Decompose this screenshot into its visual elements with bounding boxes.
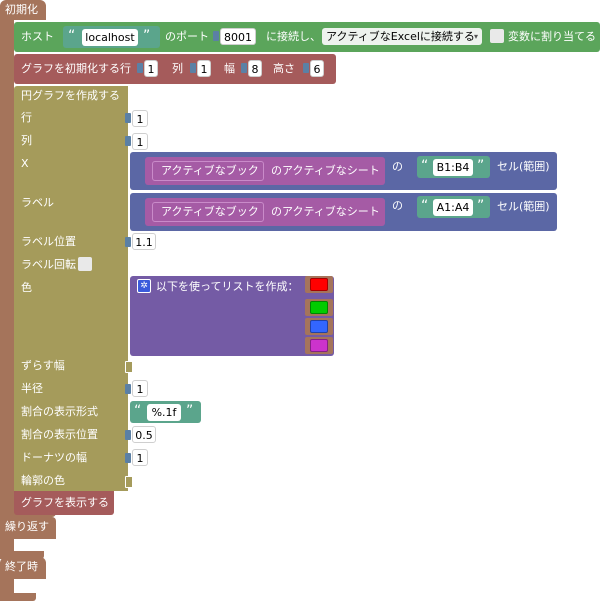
port-input[interactable]: 8001 bbox=[220, 28, 256, 45]
pie-explode-label: ずらす幅 bbox=[21, 359, 65, 372]
label-pos-connector bbox=[125, 237, 131, 247]
pie-x-label: X bbox=[21, 157, 29, 170]
show-chart-label: グラフを表示する bbox=[21, 496, 109, 509]
color-swatch-purple[interactable] bbox=[310, 339, 328, 352]
pie-edge-color-label: 輪郭の色 bbox=[21, 474, 65, 487]
pie-pct-pos-label: 割合の表示位置 bbox=[21, 428, 98, 441]
x-of-label: の bbox=[392, 160, 403, 173]
quote-close-icon: ” bbox=[143, 28, 151, 44]
pie-col-label: 列 bbox=[21, 134, 32, 147]
pie-col-connector bbox=[125, 136, 131, 146]
connect-port-label: のポート bbox=[165, 30, 209, 43]
init-height-input[interactable]: 6 bbox=[310, 60, 324, 77]
label-range-input[interactable]: A1:A4 bbox=[433, 199, 473, 216]
radius-connector bbox=[125, 384, 131, 394]
label-of-label: の bbox=[392, 199, 403, 212]
pie-label-rot-label: ラベル回転 bbox=[21, 258, 76, 271]
quote-close-icon: ” bbox=[186, 403, 194, 419]
quote-close-icon: ” bbox=[477, 198, 485, 214]
label-rot-checkbox[interactable] bbox=[78, 257, 92, 271]
finish-event-bottom bbox=[0, 593, 36, 601]
pie-donut-label: ドーナツの幅 bbox=[21, 451, 87, 464]
mode-dropdown-value: アクティブなExcelに接続する bbox=[326, 30, 475, 43]
init-row-connector bbox=[137, 63, 143, 73]
quote-open-icon: “ bbox=[134, 403, 142, 419]
explode-socket[interactable] bbox=[125, 361, 133, 373]
pie-chart-title: 円グラフを作成する bbox=[21, 89, 120, 102]
edge-color-socket[interactable] bbox=[125, 476, 133, 488]
pie-label-label: ラベル bbox=[21, 196, 54, 209]
pie-row-label: 行 bbox=[21, 111, 32, 124]
pie-pct-format-label: 割合の表示形式 bbox=[21, 405, 98, 418]
init-event-spine bbox=[0, 20, 14, 507]
port-connector bbox=[213, 31, 219, 41]
init-row-input[interactable]: 1 bbox=[144, 60, 158, 77]
list-label: 以下を使ってリストを作成： bbox=[156, 280, 299, 293]
color-swatch-green[interactable] bbox=[310, 301, 328, 314]
quote-close-icon: ” bbox=[477, 158, 485, 174]
repeat-event-label: 繰り返す bbox=[5, 520, 49, 533]
label-book-label: アクティブなブック bbox=[161, 205, 259, 218]
init-event-label: 初期化 bbox=[5, 3, 38, 16]
pct-pos-input[interactable]: 0.5 bbox=[132, 426, 156, 443]
quote-open-icon: “ bbox=[421, 158, 429, 174]
radius-input[interactable]: 1 bbox=[132, 380, 148, 397]
donut-input[interactable]: 1 bbox=[132, 449, 148, 466]
pie-row-connector bbox=[125, 113, 131, 123]
x-book-label: アクティブなブック bbox=[161, 164, 259, 177]
mode-dropdown[interactable]: アクティブなExcelに接続する ▾ bbox=[322, 28, 482, 45]
pct-pos-connector bbox=[125, 430, 131, 440]
init-height-connector bbox=[303, 63, 309, 73]
init-chart-height-label: 高さ bbox=[273, 62, 295, 75]
pie-col-input[interactable]: 1 bbox=[132, 133, 148, 150]
donut-connector bbox=[125, 453, 131, 463]
x-sheet-label: のアクティブなシート bbox=[271, 164, 380, 177]
init-chart-label: グラフを初期化する bbox=[21, 62, 120, 75]
color-swatch-red[interactable] bbox=[310, 278, 328, 291]
x-cells-label: セル(範囲) bbox=[497, 160, 550, 173]
label-pos-input[interactable]: 1.1 bbox=[132, 233, 156, 250]
finish-event-label: 終了時 bbox=[5, 560, 38, 573]
quote-open-icon: “ bbox=[68, 28, 76, 44]
connect-host-label: ホスト bbox=[21, 30, 54, 43]
quote-open-icon: “ bbox=[421, 198, 429, 214]
pie-color-label: 色 bbox=[21, 281, 32, 294]
label-cells-label: セル(範囲) bbox=[497, 200, 550, 213]
pie-label-pos-label: ラベル位置 bbox=[21, 235, 76, 248]
pie-row-input[interactable]: 1 bbox=[132, 110, 148, 127]
label-sheet-label: のアクティブなシート bbox=[271, 205, 380, 218]
assign-checkbox[interactable] bbox=[490, 29, 504, 43]
init-col-connector bbox=[190, 63, 196, 73]
chevron-down-icon: ▾ bbox=[473, 32, 478, 41]
init-chart-row-label: 行 bbox=[120, 62, 131, 75]
assign-label: 変数に割り当てる bbox=[508, 30, 596, 43]
init-chart-width-label: 幅 bbox=[224, 62, 235, 75]
init-chart-col-label: 列 bbox=[172, 62, 183, 75]
pct-format-input[interactable]: %.1f bbox=[147, 404, 181, 421]
color-swatch-blue[interactable] bbox=[310, 320, 328, 333]
host-input[interactable]: localhost bbox=[82, 29, 138, 46]
x-range-input[interactable]: B1:B4 bbox=[433, 159, 473, 176]
pie-radius-label: 半径 bbox=[21, 382, 43, 395]
gear-icon[interactable]: ✲ bbox=[137, 279, 151, 293]
init-width-connector bbox=[241, 63, 247, 73]
connect-connect-label: に接続し、 bbox=[266, 30, 321, 43]
init-width-input[interactable]: 8 bbox=[248, 60, 262, 77]
init-col-input[interactable]: 1 bbox=[197, 60, 211, 77]
